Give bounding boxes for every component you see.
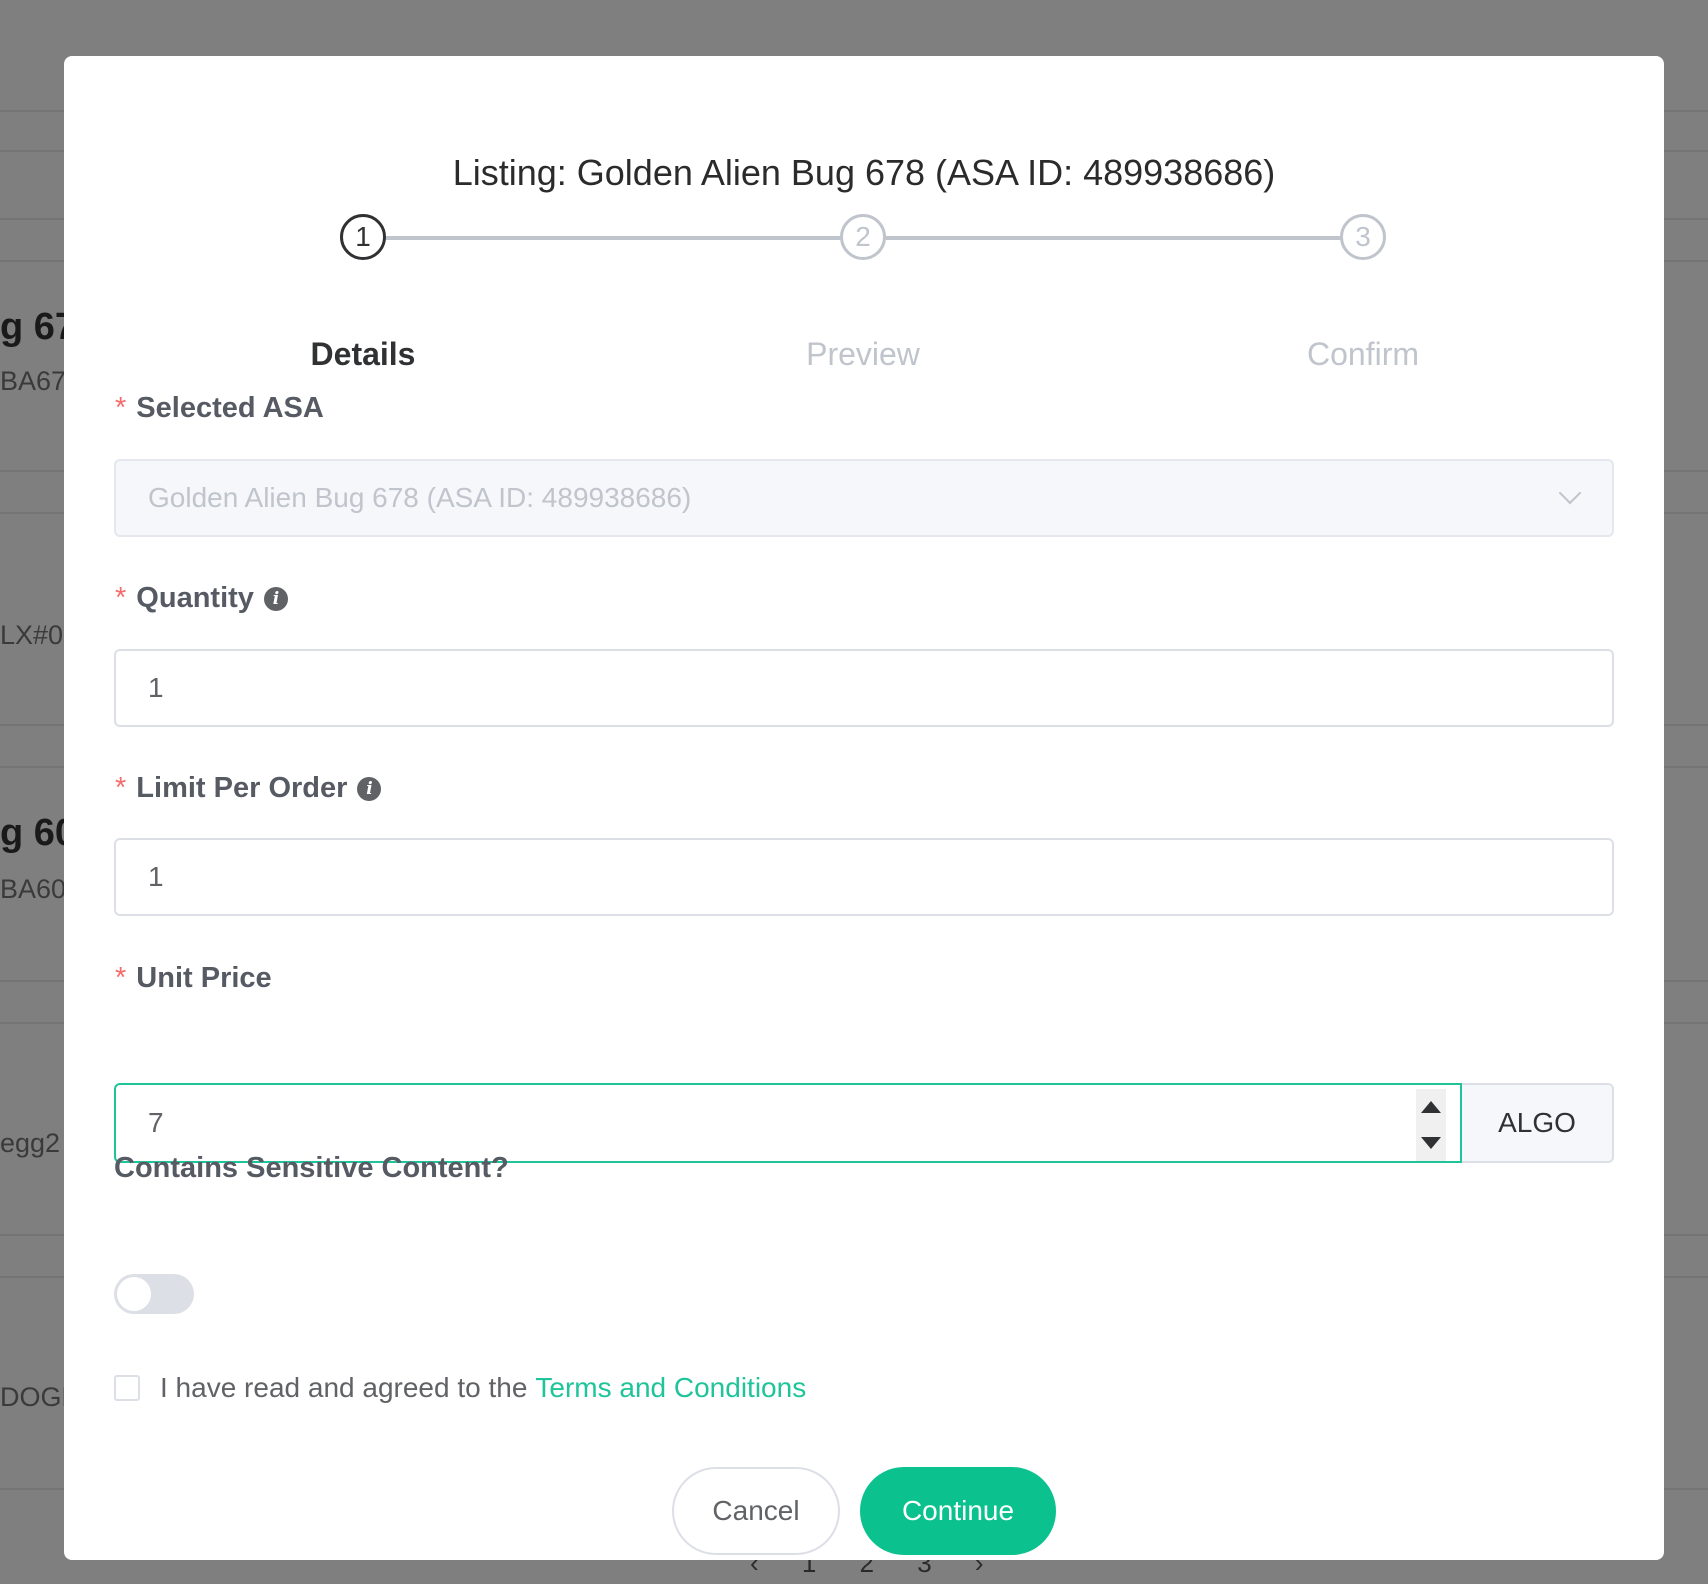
continue-button[interactable]: Continue — [860, 1467, 1056, 1555]
info-icon[interactable]: i — [357, 776, 382, 801]
bg-item-subtext: BA67 — [0, 366, 67, 396]
step-connector — [364, 236, 844, 240]
selected-asa-select[interactable]: Golden Alien Bug 678 (ASA ID: 489938686) — [114, 459, 1614, 537]
required-mark: * — [115, 962, 127, 994]
selected-asa-label: * Selected ASA — [115, 392, 324, 425]
quantity-label: * Quantity i — [115, 582, 288, 615]
agreement-row: I have read and agreed to the Terms and … — [114, 1372, 806, 1404]
agreement-checkbox[interactable] — [114, 1375, 140, 1401]
stepper: 1 2 3 Details Preview Confirm — [64, 56, 1664, 376]
step-2-label: Preview — [806, 336, 920, 372]
step-3-label: Confirm — [1306, 336, 1419, 372]
unit-price-group: 7 ALGO — [114, 1083, 1614, 1163]
label-text: Selected ASA — [136, 392, 324, 424]
sensitive-content-toggle[interactable] — [114, 1274, 194, 1314]
info-icon[interactable]: i — [263, 586, 288, 611]
toggle-knob — [117, 1277, 151, 1311]
unit-price-label: * Unit Price — [115, 962, 272, 995]
listing-modal: Listing: Golden Alien Bug 678 (ASA ID: 4… — [64, 56, 1664, 1560]
agreement-text: I have read and agreed to the — [160, 1372, 528, 1403]
label-text: Contains Sensitive Content? — [114, 1152, 509, 1184]
number-stepper[interactable] — [1416, 1089, 1446, 1161]
input-value: 7 — [148, 1107, 164, 1138]
decrement-arrow-icon[interactable] — [1421, 1137, 1441, 1149]
bg-item-subtext: BA60 — [0, 874, 67, 904]
terms-link[interactable]: Terms and Conditions — [535, 1372, 806, 1404]
required-mark: * — [115, 772, 127, 804]
chevron-down-icon — [1558, 481, 1582, 505]
currency-suffix: ALGO — [1462, 1083, 1614, 1163]
step-2-circle: 2 — [840, 214, 886, 260]
required-mark: * — [115, 582, 127, 614]
step-connector — [864, 236, 1344, 240]
sensitive-content-label: Contains Sensitive Content? — [114, 1152, 509, 1185]
input-value: 1 — [148, 672, 164, 703]
select-value: Golden Alien Bug 678 (ASA ID: 489938686) — [148, 482, 692, 513]
unit-price-input[interactable]: 7 — [114, 1083, 1462, 1163]
input-value: 1 — [148, 861, 164, 892]
cancel-button[interactable]: Cancel — [672, 1467, 840, 1555]
label-text: Unit Price — [136, 962, 272, 994]
quantity-input[interactable]: 1 — [114, 649, 1614, 727]
required-mark: * — [115, 392, 127, 424]
bg-item-subtext: LX#0 — [0, 620, 64, 650]
label-text: Quantity — [136, 582, 254, 614]
step-1-circle: 1 — [340, 214, 386, 260]
bg-item-subtext: egg2 — [0, 1128, 61, 1158]
increment-arrow-icon[interactable] — [1421, 1101, 1441, 1113]
label-text: Limit Per Order — [136, 772, 348, 804]
step-1-label: Details — [310, 336, 416, 372]
limit-per-order-label: * Limit Per Order i — [115, 772, 382, 805]
step-3-circle: 3 — [1340, 214, 1386, 260]
limit-per-order-input[interactable]: 1 — [114, 838, 1614, 916]
